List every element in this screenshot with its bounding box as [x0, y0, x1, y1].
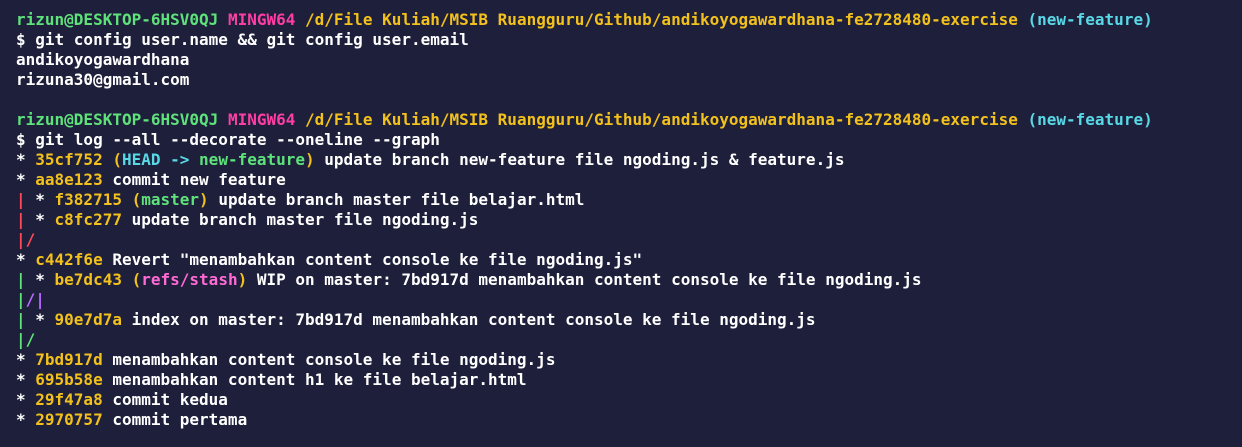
terminal-segment: rizuna30@gmail.com: [16, 70, 190, 89]
terminal-segment: refs/stash: [141, 270, 238, 289]
terminal-segment: andikoyogawardhana: [16, 50, 190, 69]
terminal-segment: ): [199, 190, 209, 209]
terminal-segment: 35cf752: [35, 150, 103, 169]
terminal-segment: rizun@DESKTOP-6HSV0QJ: [16, 110, 219, 129]
terminal-segment: commit pertama: [102, 410, 248, 429]
terminal-segment: 2970757: [35, 410, 103, 429]
terminal-line-log: |/: [16, 330, 1242, 350]
terminal-segment: *: [35, 310, 55, 329]
terminal-segment: commit new feature: [102, 170, 286, 189]
terminal-segment: *: [35, 270, 55, 289]
terminal-segment: rizun@DESKTOP-6HSV0QJ: [16, 10, 219, 29]
terminal-line-prompt: rizun@DESKTOP-6HSV0QJ MINGW64 /d/File Ku…: [16, 10, 1242, 30]
terminal-segment: *: [16, 370, 36, 389]
terminal-line-command: $ git log --all --decorate --oneline --g…: [16, 130, 1242, 150]
terminal-segment: *: [35, 210, 55, 229]
terminal-segment: /|: [25, 290, 45, 309]
terminal-window[interactable]: rizun@DESKTOP-6HSV0QJ MINGW64 /d/File Ku…: [0, 0, 1242, 447]
terminal-line-log: * 2970757 commit pertama: [16, 410, 1242, 430]
terminal-line-output: andikoyogawardhana: [16, 50, 1242, 70]
terminal-line-command: $ git config user.name && git config use…: [16, 30, 1242, 50]
terminal-segment: ): [237, 270, 248, 289]
terminal-segment: *: [16, 170, 36, 189]
terminal-line-log: |/: [16, 230, 1242, 250]
terminal-line-prompt: rizun@DESKTOP-6HSV0QJ MINGW64 /d/File Ku…: [16, 110, 1242, 130]
terminal-segment: /d/File Kuliah/MSIB Ruangguru/Github/and…: [305, 110, 1018, 129]
terminal-line-log: * 35cf752 (HEAD -> new-feature) update b…: [16, 150, 1242, 170]
terminal-segment: *: [16, 250, 36, 269]
terminal-segment: |: [16, 270, 36, 289]
terminal-segment: [103, 150, 113, 169]
terminal-line-log: |/|: [16, 290, 1242, 310]
terminal-segment: new-feature: [199, 150, 306, 169]
terminal-line-log: * aa8e123 commit new feature: [16, 170, 1242, 190]
terminal-line-log: | * f382715 (master) update branch maste…: [16, 190, 1242, 210]
terminal-segment: *: [16, 410, 36, 429]
terminal-segment: (: [131, 190, 142, 209]
terminal-line-log: | * be7dc43 (refs/stash) WIP on master: …: [16, 270, 1242, 290]
terminal-segment: (new-feature): [1027, 110, 1153, 129]
terminal-line-log: | * c8fc277 update branch master file ng…: [16, 210, 1242, 230]
terminal-segment: (new-feature): [1027, 10, 1153, 29]
terminal-segment: menambahkan content console ke file ngod…: [102, 350, 556, 369]
terminal-segment: (: [112, 150, 122, 169]
terminal-segment: f382715: [54, 190, 122, 209]
terminal-segment: master: [141, 190, 200, 209]
terminal-line-log: * 695b58e menambahkan content h1 ke file…: [16, 370, 1242, 390]
terminal-segment: aa8e123: [35, 170, 103, 189]
terminal-segment: (: [131, 270, 142, 289]
terminal-segment: menambahkan content h1 ke file belajar.h…: [102, 370, 527, 389]
terminal-segment: update branch master file belajar.html: [208, 190, 585, 209]
terminal-segment: WIP on master: 7bd917d menambahkan conte…: [247, 270, 922, 289]
terminal-segment: 29f47a8: [35, 390, 103, 409]
terminal-segment: [218, 10, 228, 29]
terminal-segment: |: [16, 210, 36, 229]
terminal-segment: [218, 110, 228, 129]
terminal-segment: index on master: 7bd917d menambahkan con…: [121, 310, 816, 329]
terminal-segment: [295, 110, 305, 129]
terminal-segment: Revert "menambahkan content console ke f…: [102, 250, 643, 269]
terminal-segment: |: [16, 290, 26, 309]
terminal-segment: |: [16, 190, 36, 209]
terminal-segment: ): [305, 150, 315, 169]
terminal-segment: 90e7d7a: [54, 310, 122, 329]
terminal-segment: [122, 190, 132, 209]
terminal-line-log: | * 90e7d7a index on master: 7bd917d men…: [16, 310, 1242, 330]
terminal-segment: c442f6e: [35, 250, 103, 269]
terminal-segment: [122, 270, 132, 289]
terminal-segment: c8fc277: [54, 210, 122, 229]
terminal-segment: *: [35, 190, 55, 209]
terminal-line-log: * 7bd917d menambahkan content console ke…: [16, 350, 1242, 370]
terminal-segment: MINGW64: [227, 110, 296, 129]
terminal-segment: commit kedua: [102, 390, 228, 409]
terminal-segment: |/: [16, 230, 36, 249]
terminal-segment: update branch master file ngoding.js: [121, 210, 479, 229]
terminal-segment: *: [16, 390, 36, 409]
terminal-segment: |/: [16, 330, 36, 349]
terminal-segment: MINGW64: [227, 10, 296, 29]
terminal-segment: be7dc43: [54, 270, 122, 289]
terminal-segment: 695b58e: [35, 370, 103, 389]
terminal-line-output: rizuna30@gmail.com: [16, 70, 1242, 90]
terminal-segment: HEAD ->: [121, 150, 200, 169]
terminal-segment: *: [16, 150, 36, 169]
terminal-segment: $ git config user.name && git config use…: [16, 30, 469, 49]
terminal-segment: |: [16, 310, 36, 329]
terminal-segment: /d/File Kuliah/MSIB Ruangguru/Github/and…: [305, 10, 1018, 29]
terminal-segment: [295, 10, 305, 29]
terminal-line-log: * c442f6e Revert "menambahkan content co…: [16, 250, 1242, 270]
terminal-segment: 7bd917d: [35, 350, 103, 369]
terminal-segment: update branch new-feature file ngoding.j…: [314, 150, 845, 169]
terminal-segment: $ git log --all --decorate --oneline --g…: [16, 130, 440, 149]
terminal-segment: *: [16, 350, 36, 369]
terminal-line-log: * 29f47a8 commit kedua: [16, 390, 1242, 410]
